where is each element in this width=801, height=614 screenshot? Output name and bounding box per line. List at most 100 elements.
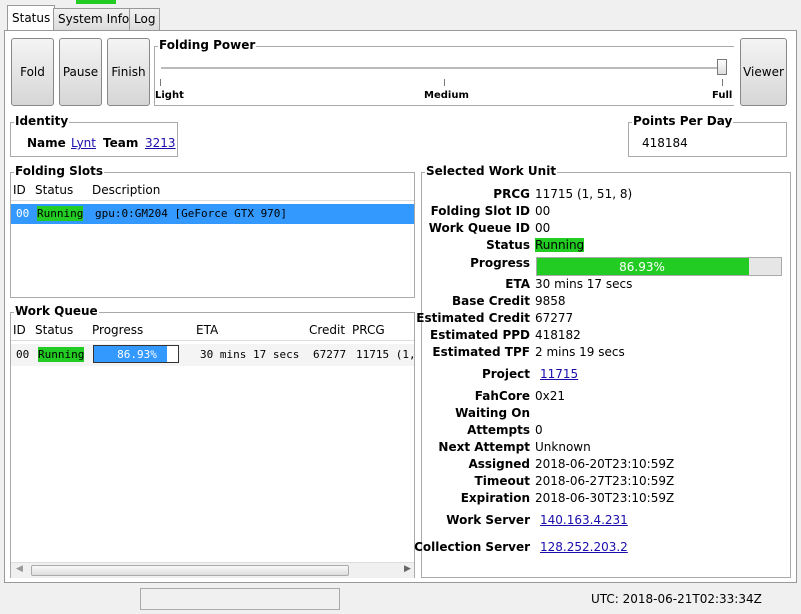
horizontal-scrollbar[interactable]: ◀ ▶ bbox=[11, 562, 414, 578]
finish-button[interactable]: Finish bbox=[107, 38, 150, 106]
queue-row[interactable]: 00 Running 86.93% 30 mins 17 secs 67277 … bbox=[11, 344, 414, 366]
tick-full: Full bbox=[712, 90, 733, 101]
work-queue-title: Work Queue bbox=[14, 304, 99, 318]
folding-slots-group: Folding Slots ID Status Description 00 R… bbox=[10, 164, 415, 298]
col-status[interactable]: Status bbox=[35, 183, 73, 197]
wu-value-prcg: 11715 (1, 51, 8) bbox=[535, 187, 633, 201]
slot-row[interactable]: 00 Running gpu:0:GM204 [GeForce GTX 970] bbox=[11, 204, 414, 224]
queue-progress-bar: 86.93% bbox=[93, 345, 179, 363]
tab-log[interactable]: Log bbox=[129, 8, 161, 30]
wu-value-attempts: 0 bbox=[535, 423, 543, 437]
wu-value-base-credit: 9858 bbox=[535, 294, 566, 308]
col-description[interactable]: Description bbox=[92, 183, 160, 197]
tick-light: Light bbox=[155, 90, 184, 101]
queue-status: Running bbox=[38, 347, 85, 362]
wu-label-estimated-ppd: Estimated PPD bbox=[430, 328, 530, 342]
folding-slots-title: Folding Slots bbox=[14, 164, 104, 178]
status-bar-pane bbox=[140, 588, 340, 610]
queue-progress-text: 86.93% bbox=[117, 348, 157, 361]
ppd-title: Points Per Day bbox=[632, 114, 734, 128]
ppd-value: 418184 bbox=[642, 136, 688, 150]
col-status[interactable]: Status bbox=[35, 323, 73, 337]
wu-label-assigned: Assigned bbox=[468, 457, 530, 471]
power-slider-thumb[interactable] bbox=[717, 59, 727, 75]
status-bar: UTC: 2018-06-21T02:33:34Z bbox=[0, 585, 801, 614]
pause-button[interactable]: Pause bbox=[59, 38, 102, 106]
team-link[interactable]: 3213 bbox=[145, 136, 176, 150]
power-slider-track[interactable] bbox=[161, 67, 726, 69]
tick-mark bbox=[444, 79, 445, 86]
wu-label-timeout: Timeout bbox=[474, 474, 530, 488]
wu-progress-bar: 86.93% bbox=[536, 257, 782, 276]
scroll-right-icon[interactable]: ▶ bbox=[404, 564, 411, 574]
wu-label-estimated-credit: Estimated Credit bbox=[416, 311, 530, 325]
wu-value-estimated-ppd: 418182 bbox=[535, 328, 581, 342]
wu-value-timeout: 2018-06-27T23:10:59Z bbox=[535, 474, 675, 488]
wu-label-status: Status bbox=[486, 238, 530, 252]
slots-header: ID Status Description bbox=[11, 183, 414, 201]
tick-mark bbox=[160, 79, 161, 86]
tab-system-info[interactable]: System Info bbox=[53, 8, 135, 30]
col-id[interactable]: ID bbox=[13, 323, 26, 337]
wu-label-project: Project bbox=[481, 367, 530, 381]
wu-value-next-attempt: Unknown bbox=[535, 440, 591, 454]
col-progress[interactable]: Progress bbox=[92, 323, 143, 337]
work-queue-group: Work Queue ID Status Progress ETA Credit… bbox=[10, 304, 415, 578]
wu-label-estimated-tpf: Estimated TPF bbox=[432, 345, 530, 359]
ppd-group: Points Per Day 418184 bbox=[628, 114, 787, 157]
wu-label-base-credit: Base Credit bbox=[451, 294, 530, 308]
wu-value-assigned: 2018-06-20T23:10:59Z bbox=[535, 457, 675, 471]
top-status-indicator bbox=[76, 0, 116, 4]
wu-label-prcg: PRCG bbox=[493, 187, 530, 201]
wu-label-waiting-on: Waiting On bbox=[455, 406, 530, 420]
queue-id: 00 bbox=[16, 348, 30, 361]
selected-work-unit-title: Selected Work Unit bbox=[425, 164, 558, 178]
wu-label-eta: ETA bbox=[505, 277, 530, 291]
col-eta[interactable]: ETA bbox=[196, 323, 218, 337]
scroll-thumb[interactable] bbox=[31, 565, 349, 576]
wu-label-work-server: Work Server bbox=[446, 513, 530, 527]
tick-mark bbox=[722, 79, 723, 86]
slot-description: gpu:0:GM204 [GeForce GTX 970] bbox=[95, 207, 288, 220]
wu-label-fahcore: FahCore bbox=[474, 389, 530, 403]
col-id[interactable]: ID bbox=[13, 183, 26, 197]
wu-value-status: Running bbox=[535, 238, 585, 252]
wu-value-collection-server[interactable]: 128.252.203.2 bbox=[540, 540, 628, 554]
wu-label-folding-slot-id: Folding Slot ID bbox=[430, 204, 530, 218]
scroll-left-icon[interactable]: ◀ bbox=[16, 564, 23, 574]
wu-value-fahcore: 0x21 bbox=[535, 389, 566, 403]
fold-button[interactable]: Fold bbox=[11, 38, 54, 106]
col-prcg[interactable]: PRCG bbox=[352, 323, 385, 337]
wu-label-work-queue-id: Work Queue ID bbox=[428, 221, 530, 235]
col-credit[interactable]: Credit bbox=[309, 323, 345, 337]
name-label: Name bbox=[27, 136, 66, 150]
wu-value-eta: 30 mins 17 secs bbox=[535, 277, 633, 291]
slot-id: 00 bbox=[16, 207, 30, 220]
name-link[interactable]: Lynt bbox=[71, 136, 96, 150]
viewer-button[interactable]: Viewer bbox=[740, 38, 787, 106]
queue-credit: 67277 bbox=[313, 348, 347, 361]
wu-value-work-server[interactable]: 140.163.4.231 bbox=[540, 513, 628, 527]
tick-medium: Medium bbox=[424, 90, 469, 101]
wu-value-work-queue-id: 00 bbox=[535, 221, 551, 235]
team-label: Team bbox=[103, 136, 139, 150]
folding-power-group: Folding Power Light Medium Full bbox=[154, 38, 734, 106]
identity-group: Identity Name Lynt Team 3213 bbox=[10, 114, 178, 157]
wu-label-next-attempt: Next Attempt bbox=[438, 440, 530, 454]
queue-header: ID Status Progress ETA Credit PRCG bbox=[11, 323, 414, 341]
tab-status[interactable]: Status bbox=[7, 5, 56, 31]
utc-time: UTC: 2018-06-21T02:33:34Z bbox=[591, 592, 762, 606]
wu-value-folding-slot-id: 00 bbox=[535, 204, 551, 218]
wu-label-expiration: Expiration bbox=[460, 491, 530, 505]
wu-label-attempts: Attempts bbox=[467, 423, 530, 437]
wu-label-progress: Progress bbox=[470, 256, 530, 270]
identity-title: Identity bbox=[14, 114, 70, 128]
queue-eta: 30 mins 17 secs bbox=[200, 348, 300, 361]
folding-power-title: Folding Power bbox=[158, 38, 257, 52]
queue-prcg: 11715 (1, bbox=[356, 348, 414, 361]
wu-value-estimated-tpf: 2 mins 19 secs bbox=[535, 345, 625, 359]
wu-progress-text: 86.93% bbox=[619, 260, 665, 274]
slot-status: Running bbox=[37, 206, 84, 221]
wu-value-expiration: 2018-06-30T23:10:59Z bbox=[535, 491, 675, 505]
wu-value-project[interactable]: 11715 bbox=[540, 367, 578, 381]
